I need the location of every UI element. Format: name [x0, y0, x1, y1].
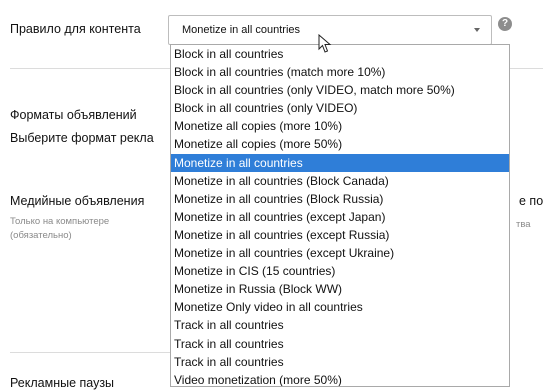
dropdown-option[interactable]: Monetize all copies (more 10%)	[171, 117, 509, 135]
media-ads-note: Только на компьютере	[10, 216, 110, 227]
dropdown-option[interactable]: Monetize in CIS (15 countries)	[171, 262, 509, 280]
dropdown-option[interactable]: Track in all countries	[171, 353, 509, 371]
dropdown-option[interactable]: Monetize all copies (more 50%)	[171, 135, 509, 153]
ad-formats-subtitle: Выберите формат рекла	[10, 131, 154, 145]
dropdown-option[interactable]: Track in all countries	[171, 335, 509, 353]
content-rule-label: Правило для контента	[10, 22, 141, 36]
media-ads-right-partial: е по	[519, 194, 543, 208]
mouse-cursor-icon	[318, 34, 332, 53]
section-divider	[510, 68, 543, 69]
dropdown-option[interactable]: Monetize in all countries (except Russia…	[171, 226, 509, 244]
section-divider	[10, 352, 170, 353]
dropdown-option[interactable]: Monetize in all countries (except Ukrain…	[171, 244, 509, 262]
dropdown-option[interactable]: Monetize Only video in all countries	[171, 298, 509, 316]
help-icon[interactable]: ?	[498, 17, 512, 31]
content-rule-dropdown-list[interactable]: Block in all countries Block in all count…	[170, 44, 510, 387]
dropdown-option[interactable]: Monetize in all countries (except Japan)	[171, 208, 509, 226]
media-ads-right-note-partial: тва	[516, 219, 531, 230]
chevron-down-icon	[474, 28, 480, 32]
dropdown-option[interactable]: Monetize in Russia (Block WW)	[171, 280, 509, 298]
section-divider	[10, 68, 170, 69]
dropdown-option[interactable]: Track in all countries	[171, 316, 509, 334]
dropdown-option[interactable]: Block in all countries	[171, 45, 509, 63]
content-rule-selected-value: Monetize in all countries	[182, 24, 301, 36]
media-ads-note-required: (обязательно)	[10, 230, 72, 241]
dropdown-option[interactable]: Monetize in all countries	[171, 153, 509, 172]
dropdown-option[interactable]: Block in all countries (only VIDEO)	[171, 99, 509, 117]
dropdown-option[interactable]: Block in all countries (match more 10%)	[171, 63, 509, 81]
dropdown-option[interactable]: Block in all countries (only VIDEO, matc…	[171, 81, 509, 99]
dropdown-option[interactable]: Video monetization (more 50%)	[171, 371, 509, 386]
dropdown-option[interactable]: Monetize in all countries (Block Russia)	[171, 190, 509, 208]
ad-formats-title: Форматы объявлений	[10, 108, 137, 122]
dropdown-option[interactable]: Monetize in all countries (Block Canada)	[171, 172, 509, 190]
ad-breaks-label: Рекламные паузы	[10, 376, 115, 390]
media-ads-label: Медийные объявления	[10, 194, 145, 208]
